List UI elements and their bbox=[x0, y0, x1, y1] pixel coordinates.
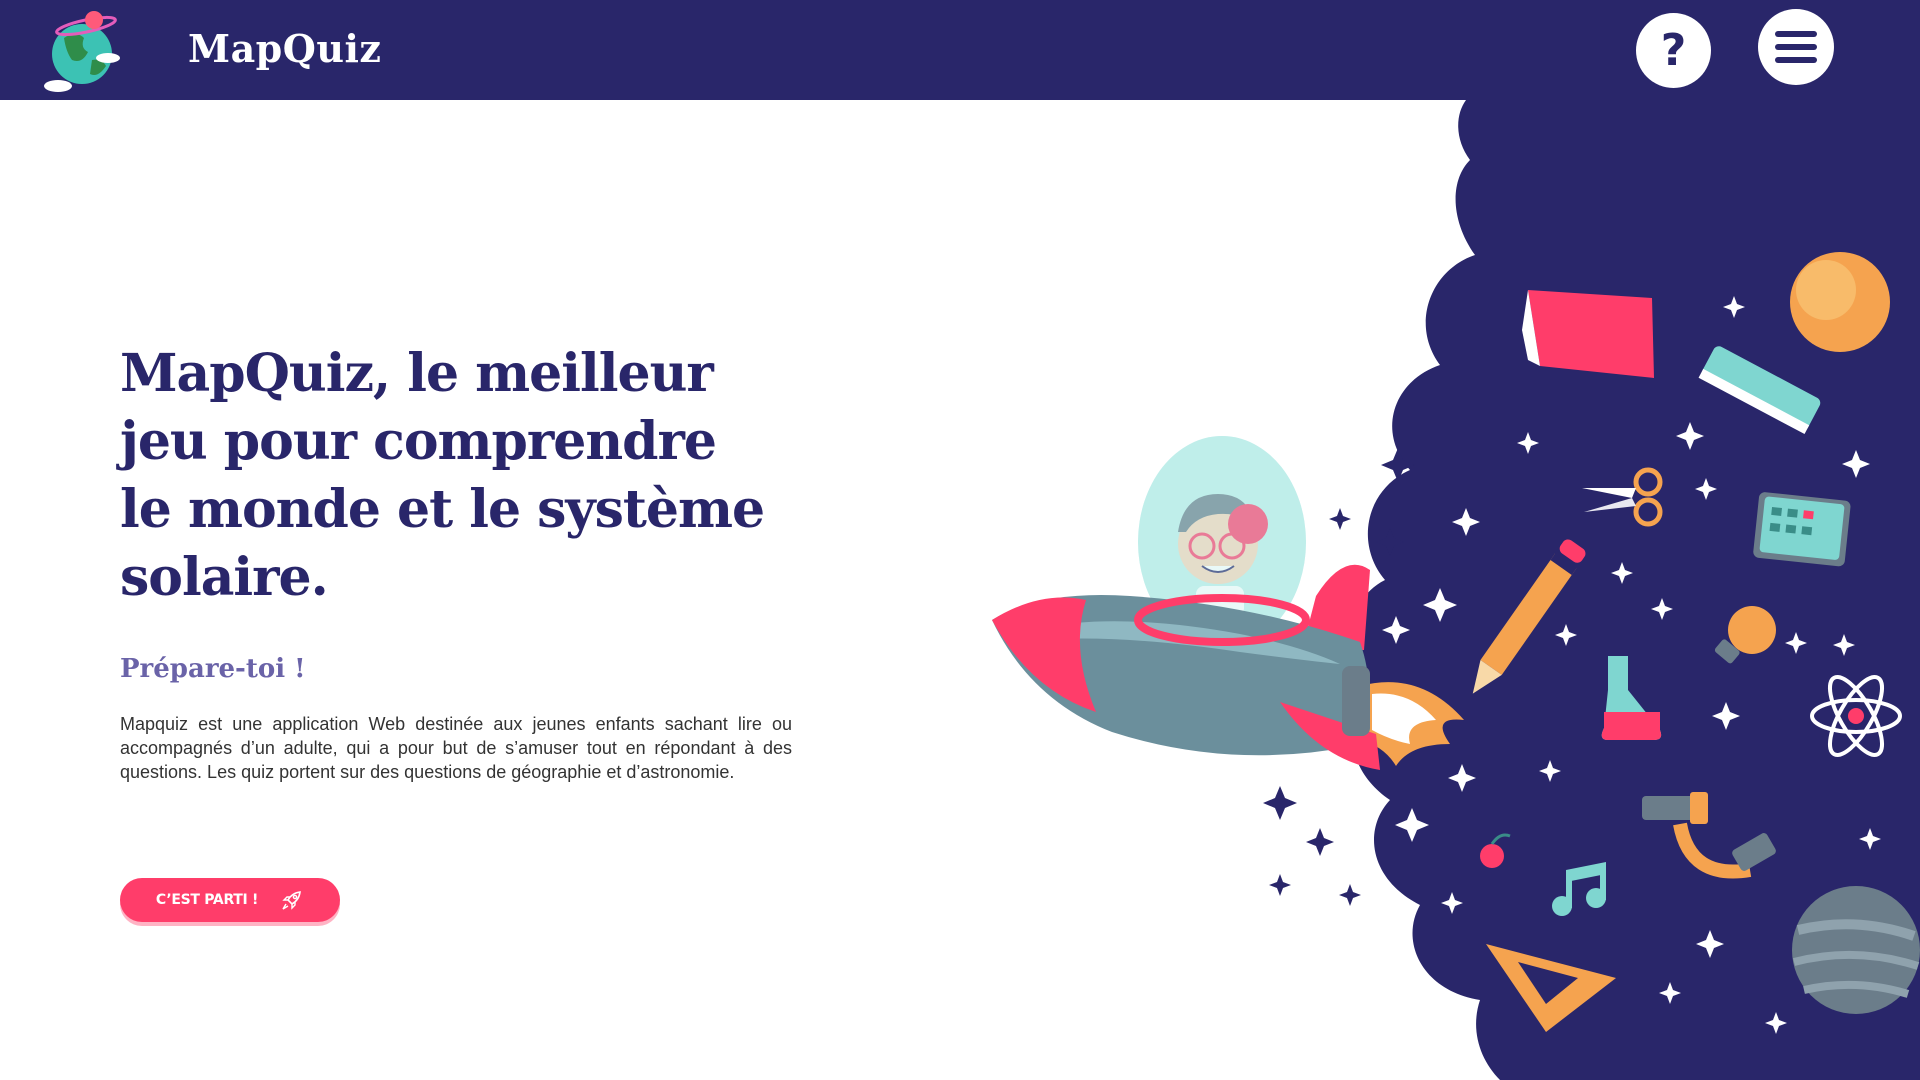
hero-title: MapQuiz, le meilleur jeu pour comprendre… bbox=[120, 343, 765, 608]
start-button[interactable]: C’EST PARTI ! bbox=[120, 878, 340, 922]
globe-logo-icon[interactable] bbox=[36, 8, 128, 92]
help-button[interactable]: ? bbox=[1636, 13, 1711, 88]
grey-planet-icon bbox=[1792, 886, 1920, 1014]
hero-subtitle: Prépare-toi ! bbox=[120, 654, 306, 684]
brand-name[interactable]: MapQuiz bbox=[188, 26, 382, 71]
hero-description: Mapquiz est une application Web destinée… bbox=[120, 714, 792, 782]
top-navbar: MapQuiz ? bbox=[0, 0, 1920, 100]
question-icon: ? bbox=[1660, 24, 1687, 76]
start-button-label: C’EST PARTI ! bbox=[155, 892, 259, 908]
book-icon bbox=[1522, 290, 1654, 378]
rocket-icon bbox=[282, 891, 302, 910]
hamburger-menu-icon bbox=[1775, 31, 1817, 63]
orange-planet-icon bbox=[1790, 252, 1890, 352]
menu-button[interactable] bbox=[1758, 9, 1834, 85]
calculator-icon bbox=[1753, 492, 1851, 567]
